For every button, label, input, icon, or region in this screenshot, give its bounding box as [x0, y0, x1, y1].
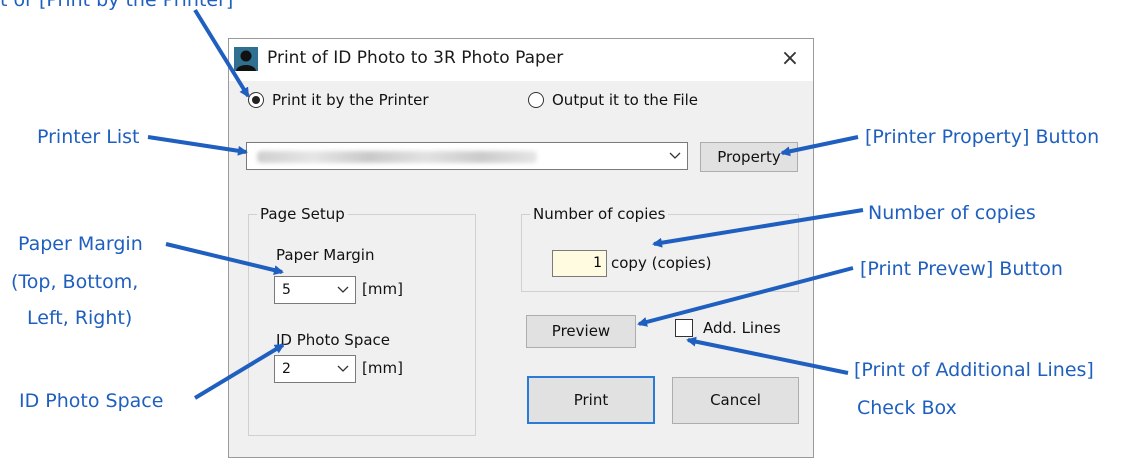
radio-output-to-file-indicator[interactable]: [528, 92, 544, 108]
chevron-down-icon: [337, 286, 349, 293]
annotation-paper-margin-line2: (Top, Bottom,: [11, 271, 139, 293]
chevron-down-icon: [337, 365, 349, 372]
id-photo-space-unit: [mm]: [362, 359, 403, 377]
person-silhouette-icon: [234, 47, 258, 71]
title-bar[interactable]: Print of ID Photo to 3R Photo Paper ×: [229, 39, 813, 81]
annotation-paper-margin-line1: Paper Margin: [18, 233, 143, 255]
annotation-printer-list: Printer List: [37, 126, 140, 148]
annotation-number-of-copies: Number of copies: [868, 202, 1036, 224]
annotation-printer-property: [Printer Property] Button: [865, 126, 1100, 148]
printer-name-blurred: [257, 151, 537, 163]
cancel-button[interactable]: Cancel: [672, 377, 799, 424]
paper-margin-combo[interactable]: 5: [274, 276, 356, 304]
paper-margin-unit: [mm]: [362, 280, 403, 298]
preview-button[interactable]: Preview: [526, 315, 636, 348]
id-photo-space-label: ID Photo Space: [276, 331, 391, 349]
printer-list-combo[interactable]: [246, 142, 688, 170]
id-photo-space-combo[interactable]: 2: [274, 355, 356, 383]
copies-unit-label: copy (copies): [611, 254, 712, 272]
annotation-print-preview: [Print Prevew] Button: [860, 258, 1063, 280]
radio-print-by-printer-indicator[interactable]: [248, 92, 264, 108]
add-lines-label: Add. Lines: [703, 319, 781, 337]
copies-group-label: Number of copies: [530, 205, 669, 223]
chevron-down-icon: [669, 152, 681, 159]
radio-print-by-printer-label: Print it by the Printer: [272, 91, 429, 109]
annotation-top-cut: t or [Print by the Printer]: [0, 0, 234, 11]
annotation-add-lines-line2: Check Box: [857, 397, 957, 419]
radio-print-by-printer[interactable]: Print it by the Printer: [248, 91, 429, 109]
print-dialog: Print of ID Photo to 3R Photo Paper × Pr…: [228, 38, 814, 458]
print-button[interactable]: Print: [527, 376, 655, 424]
add-lines-checkbox[interactable]: [675, 319, 693, 337]
copies-input[interactable]: 1: [552, 250, 607, 277]
paper-margin-label: Paper Margin: [276, 246, 375, 264]
page-setup-group-label: Page Setup: [257, 205, 348, 223]
annotation-paper-margin-line3: Left, Right): [27, 307, 133, 329]
radio-output-to-file-label: Output it to the File: [552, 91, 699, 109]
id-photo-space-value: 2: [282, 361, 291, 377]
annotation-id-photo-space: ID Photo Space: [19, 390, 164, 412]
property-button[interactable]: Property: [700, 142, 798, 172]
radio-output-to-file[interactable]: Output it to the File: [528, 91, 698, 109]
annotation-add-lines-line1: [Print of Additional Lines]: [854, 359, 1094, 381]
close-button[interactable]: ×: [767, 39, 813, 81]
paper-margin-value: 5: [282, 282, 291, 298]
dialog-title: Print of ID Photo to 3R Photo Paper: [267, 48, 564, 68]
